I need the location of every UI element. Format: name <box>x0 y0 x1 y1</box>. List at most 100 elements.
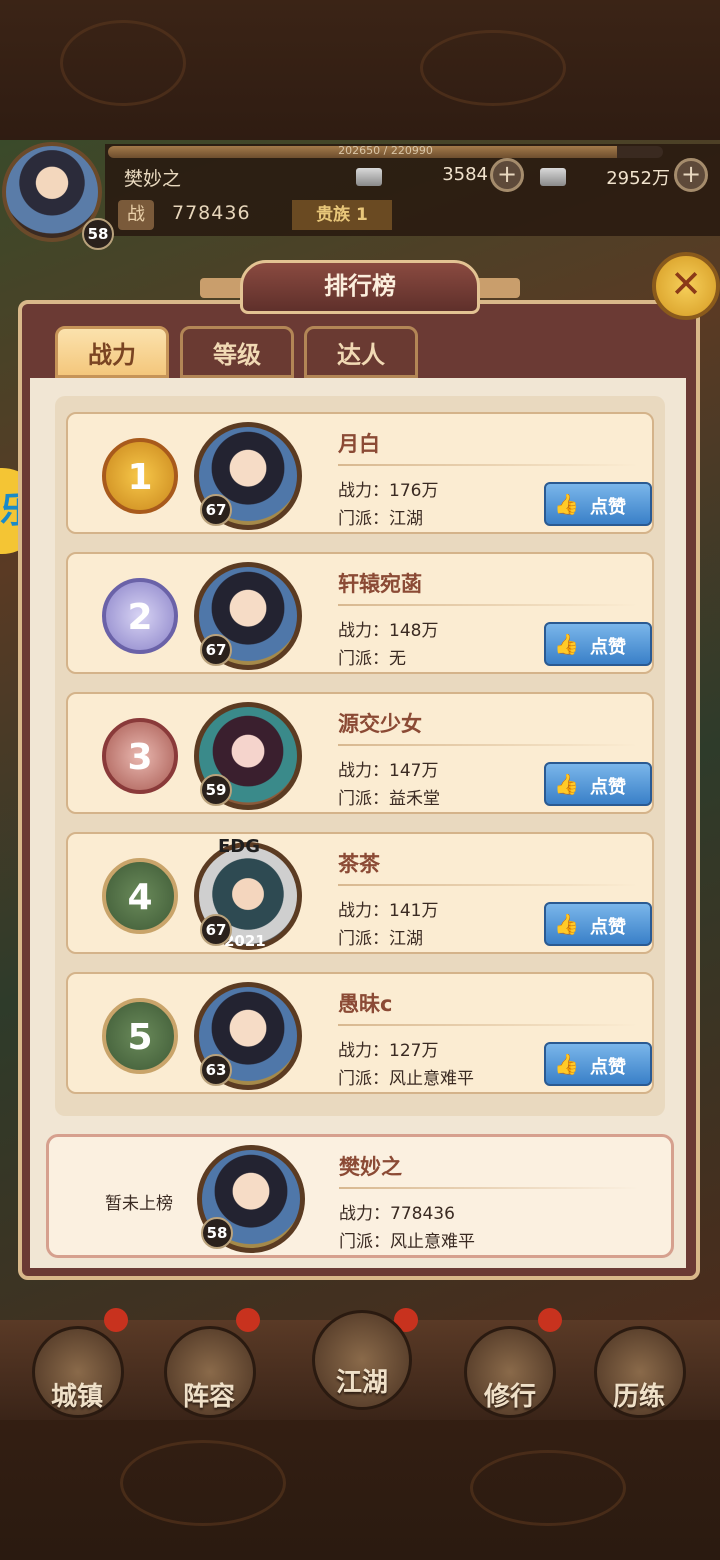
like-button[interactable]: 👍 点赞 <box>544 762 652 806</box>
player-name: 源交少女 <box>338 712 422 736</box>
thumbs-up-icon: 👍 <box>554 772 579 796</box>
sect-label: 门派： <box>338 1069 389 1089</box>
tab-power-label: 战力 <box>88 341 136 369</box>
power-value: 147万 <box>389 761 439 781</box>
power-label: 战力： <box>338 761 389 781</box>
level-badge: 59 <box>200 774 232 806</box>
close-icon[interactable]: ✕ <box>652 252 720 320</box>
power-stat: 战力：147万 <box>338 756 438 781</box>
ranking-row-4[interactable]: 4 EDG 2021 67 茶茶 战力：141万 门派：江湖 👍 点赞 <box>66 832 654 954</box>
noble-badge[interactable]: 贵族 1 <box>292 200 392 230</box>
like-button[interactable]: 👍 点赞 <box>544 482 652 526</box>
silver-amount: 3584 <box>442 164 488 185</box>
coin-ingot-icon <box>540 168 566 186</box>
panel-title-plate: 排行榜 <box>200 256 520 318</box>
power-label: 战力： <box>338 1041 389 1061</box>
thumbs-up-icon: 👍 <box>554 1052 579 1076</box>
nav-town-label: 城镇 <box>50 1382 103 1412</box>
power-stat: 战力：127万 <box>338 1036 438 1061</box>
power-stat: 战力：778436 <box>339 1199 455 1224</box>
add-silver-button[interactable]: + <box>490 158 524 192</box>
lantern-icon <box>104 1308 128 1332</box>
rank-1-medal-icon: 1 <box>102 438 178 514</box>
rank-number: 4 <box>127 877 153 918</box>
sect-stat: 门派：江湖 <box>338 504 423 529</box>
rank-3-medal-icon: 3 <box>102 718 178 794</box>
lantern-icon <box>538 1308 562 1332</box>
my-ranking-row: 暂未上榜 58 樊妙之 战力：778436 门派：风止意难平 <box>46 1134 674 1258</box>
lantern-icon <box>236 1308 260 1332</box>
decor-swirl <box>60 20 186 106</box>
ranking-row-3[interactable]: 3 59 源交少女 战力：147万 门派：益禾堂 👍 点赞 <box>66 692 654 814</box>
thumbs-up-icon: 👍 <box>554 912 579 936</box>
rank-2-medal-icon: 2 <box>102 578 178 654</box>
sect-value: 江湖 <box>389 509 423 529</box>
nav-cultivate-label: 修行 <box>483 1382 536 1412</box>
sect-stat: 门派：风止意难平 <box>339 1227 475 1252</box>
divider <box>339 1187 639 1189</box>
nav-lineup-label: 阵容 <box>182 1382 235 1412</box>
power-label: 战力： <box>338 901 389 921</box>
player-name: 月白 <box>338 432 380 456</box>
rank-number: 3 <box>127 737 153 778</box>
nav-training-label: 历练 <box>612 1382 665 1412</box>
power-icon: 战 <box>118 200 154 230</box>
sect-label: 门派： <box>338 789 389 809</box>
level-badge: 67 <box>200 634 232 666</box>
ranking-row-1[interactable]: 1 67 月白 战力：176万 门派：江湖 👍 点赞 <box>66 412 654 534</box>
power-value: 778436 <box>390 1204 455 1224</box>
player-name: 樊妙之 <box>339 1155 402 1179</box>
rank-number: 1 <box>127 457 153 498</box>
unranked-label: 暂未上榜 <box>105 1194 173 1214</box>
rank-number: 2 <box>127 597 153 638</box>
power-label: 战力： <box>338 621 389 641</box>
power-stat: 战力：148万 <box>338 616 438 641</box>
coins-amount: 2952万 <box>606 168 670 189</box>
ranking-row-2[interactable]: 2 67 轩辕宛菡 战力：148万 门派：无 👍 点赞 <box>66 552 654 674</box>
add-coins-button[interactable]: + <box>674 158 708 192</box>
power-label: 战力： <box>338 481 389 501</box>
player-name: 愚昧c <box>338 992 393 1016</box>
divider <box>338 1024 638 1026</box>
thumbs-up-icon: 👍 <box>554 632 579 656</box>
level-badge: 58 <box>201 1217 233 1249</box>
like-label: 点赞 <box>590 637 626 658</box>
like-label: 点赞 <box>590 1057 626 1078</box>
power-value: 127万 <box>389 1041 439 1061</box>
ranking-row-5[interactable]: 5 63 愚昧c 战力：127万 门派：风止意难平 👍 点赞 <box>66 972 654 1094</box>
like-label: 点赞 <box>590 917 626 938</box>
rank-4-medal-icon: 4 <box>102 858 178 934</box>
player-name: 轩辕宛菡 <box>338 572 422 596</box>
like-button[interactable]: 👍 点赞 <box>544 1042 652 1086</box>
divider <box>338 884 638 886</box>
divider <box>338 604 638 606</box>
tab-power[interactable]: 战力 <box>55 326 169 378</box>
exp-text: 202650 / 220990 <box>338 144 433 157</box>
sect-stat: 门派：无 <box>338 644 406 669</box>
power-value: 148万 <box>389 621 439 641</box>
sect-label: 门派： <box>338 649 389 669</box>
sect-label: 门派： <box>338 509 389 529</box>
level-badge: 63 <box>200 1054 232 1086</box>
level-badge: 67 <box>200 914 232 946</box>
player-power: 778436 <box>172 202 251 224</box>
tab-level-label: 等级 <box>213 341 261 369</box>
decor-swirl <box>120 1440 286 1526</box>
sect-label: 门派： <box>339 1232 390 1252</box>
like-label: 点赞 <box>590 497 626 518</box>
like-button[interactable]: 👍 点赞 <box>544 902 652 946</box>
like-button[interactable]: 👍 点赞 <box>544 622 652 666</box>
divider <box>338 464 638 466</box>
tab-expert-label: 达人 <box>337 341 385 369</box>
sect-stat: 门派：益禾堂 <box>338 784 440 809</box>
tab-level[interactable]: 等级 <box>180 326 294 378</box>
tab-expert[interactable]: 达人 <box>304 326 418 378</box>
power-value: 176万 <box>389 481 439 501</box>
player-name: 樊妙之 <box>124 168 182 190</box>
rank-number: 5 <box>127 1017 153 1058</box>
panel-title: 排行榜 <box>324 272 396 300</box>
sect-label: 门派： <box>338 929 389 949</box>
sect-value: 风止意难平 <box>390 1232 475 1252</box>
sect-value: 风止意难平 <box>389 1069 474 1089</box>
thumbs-up-icon: 👍 <box>554 492 579 516</box>
